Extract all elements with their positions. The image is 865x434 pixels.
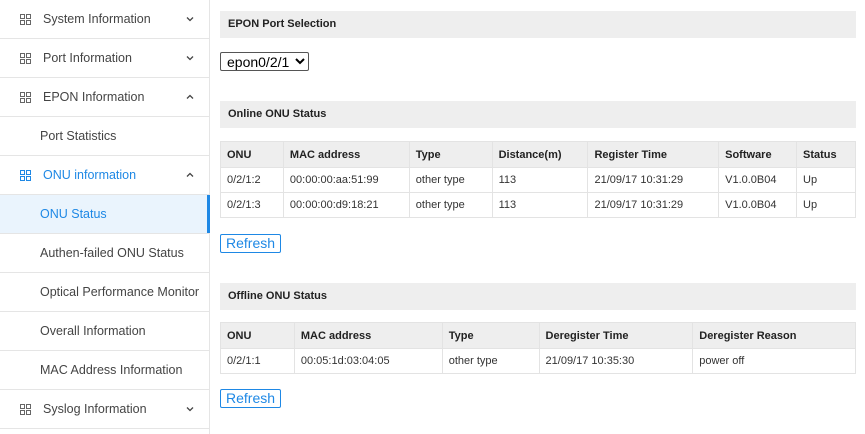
epon-port-selection-header: EPON Port Selection <box>220 11 856 38</box>
column-header: Type <box>441 322 540 349</box>
sidebar-item-label: Port Information <box>43 51 132 65</box>
sidebar-item-mac-address-information[interactable]: MAC Address Information <box>0 351 209 390</box>
column-header: Type <box>408 141 493 168</box>
column-header: Deregister Time <box>538 322 694 349</box>
sidebar-item-syslog-information[interactable]: Syslog Information <box>0 390 209 429</box>
table-cell: 113 <box>491 167 589 193</box>
offline-onu-status-header: Offline ONU Status <box>220 283 856 310</box>
table-row: 0/2/1:2 00:00:00:aa:51:99 other type 113… <box>220 167 856 193</box>
chevron-down-icon <box>185 403 195 413</box>
sidebar-item-system-information[interactable]: System Information <box>0 0 209 39</box>
table-cell: 0/2/1:2 <box>220 167 284 193</box>
sidebar-item-label: Overall Information <box>40 324 146 338</box>
sidebar-item-label: Syslog Information <box>43 402 147 416</box>
table-cell: 21/09/17 10:31:29 <box>587 167 720 193</box>
column-header: Distance(m) <box>491 141 589 168</box>
sidebar-item-label: EPON Information <box>43 90 145 104</box>
table-row: 0/2/1:1 00:05:1d:03:04:05 other type 21/… <box>220 348 856 374</box>
table-header-row: ONU MAC address Type Distance(m) Registe… <box>220 141 856 168</box>
table-cell: 00:00:00:d9:18:21 <box>282 192 410 218</box>
sidebar-item-label: Port Statistics <box>40 129 117 143</box>
table-cell: Up <box>796 192 856 218</box>
sidebar-item-optical-performance-monitor[interactable]: Optical Performance Monitor <box>0 273 209 312</box>
table-header-row: ONU MAC address Type Deregister Time Der… <box>220 322 856 349</box>
sidebar-item-onu-information[interactable]: ONU information <box>0 156 209 195</box>
sidebar-item-label: ONU information <box>43 168 137 182</box>
sidebar-item-label: Authen-failed ONU Status <box>40 246 184 260</box>
online-onu-status-header: Online ONU Status <box>220 101 856 128</box>
sidebar-item-epon-information[interactable]: EPON Information <box>0 78 209 117</box>
table-cell: 113 <box>491 192 589 218</box>
table-row: 0/2/1:3 00:00:00:d9:18:21 other type 113… <box>220 192 856 218</box>
sidebar-item-port-statistics[interactable]: Port Statistics <box>0 117 209 156</box>
sidebar-item-label: Optical Performance Monitor <box>40 285 200 299</box>
column-header: MAC address <box>293 322 443 349</box>
sidebar-item-label: ONU Status <box>40 207 107 221</box>
refresh-offline-button[interactable]: Refresh <box>220 389 282 408</box>
table-cell: other type <box>441 348 540 374</box>
column-header: ONU <box>220 322 295 349</box>
sidebar-nav: System Information Port Information EPON… <box>0 0 210 434</box>
table-cell: 00:00:00:aa:51:99 <box>282 167 410 193</box>
table-cell: other type <box>408 192 493 218</box>
column-header: Status <box>796 141 856 168</box>
chevron-up-icon <box>185 169 195 179</box>
grid-icon <box>20 14 31 25</box>
online-onu-table: ONU MAC address Type Distance(m) Registe… <box>220 141 856 218</box>
column-header: Deregister Reason <box>692 322 856 349</box>
epon-port-select[interactable]: epon0/2/1 <box>220 52 309 71</box>
refresh-online-button[interactable]: Refresh <box>220 234 282 253</box>
sidebar-item-authen-failed-onu-status[interactable]: Authen-failed ONU Status <box>0 234 209 273</box>
grid-icon <box>20 404 31 415</box>
sidebar-item-port-information[interactable]: Port Information <box>0 39 209 78</box>
table-cell: 21/09/17 10:31:29 <box>587 192 720 218</box>
sidebar-item-label: System Information <box>43 12 151 26</box>
table-cell: power off <box>692 348 856 374</box>
grid-icon <box>20 170 31 181</box>
table-cell: Up <box>796 167 856 193</box>
column-header: Register Time <box>587 141 720 168</box>
column-header: ONU <box>220 141 284 168</box>
table-cell: V1.0.0B04 <box>718 192 798 218</box>
table-cell: other type <box>408 167 493 193</box>
chevron-up-icon <box>185 91 195 101</box>
table-cell: 00:05:1d:03:04:05 <box>293 348 443 374</box>
chevron-down-icon <box>185 13 195 23</box>
sidebar-item-onu-status[interactable]: ONU Status <box>0 195 210 234</box>
sidebar-item-label: MAC Address Information <box>40 363 183 377</box>
grid-icon <box>20 53 31 64</box>
table-cell: V1.0.0B04 <box>718 167 798 193</box>
sidebar-item-overall-information[interactable]: Overall Information <box>0 312 209 351</box>
table-cell: 0/2/1:3 <box>220 192 284 218</box>
grid-icon <box>20 92 31 103</box>
offline-onu-table: ONU MAC address Type Deregister Time Der… <box>220 322 856 374</box>
table-cell: 21/09/17 10:35:30 <box>538 348 694 374</box>
table-cell: 0/2/1:1 <box>220 348 295 374</box>
column-header: MAC address <box>282 141 410 168</box>
column-header: Software <box>718 141 798 168</box>
chevron-down-icon <box>185 52 195 62</box>
